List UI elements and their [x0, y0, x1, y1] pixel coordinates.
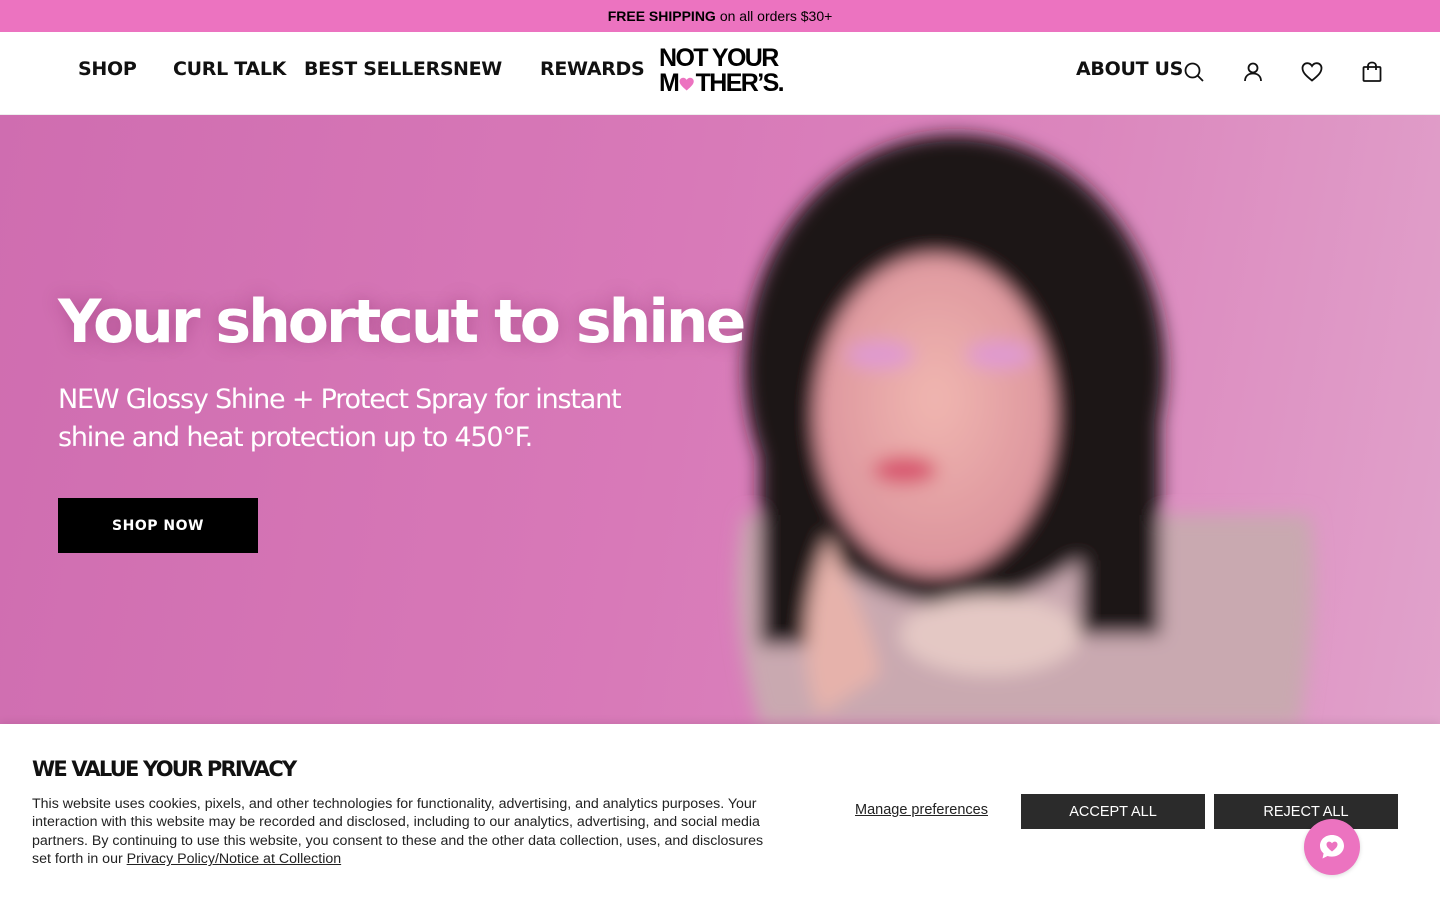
manage-preferences-link[interactable]: Manage preferences: [855, 802, 988, 818]
logo-line-1: NOT YOUR: [659, 44, 779, 72]
wishlist-heart-icon[interactable]: [1299, 59, 1325, 85]
privacy-text-block: This website uses cookies, pixels, and o…: [32, 795, 772, 869]
announcement-bar: FREE SHIPPING on all orders $30+: [0, 0, 1440, 32]
nav-new[interactable]: NEW: [453, 58, 502, 80]
chat-heart-icon: [1320, 835, 1344, 859]
nav-rewards[interactable]: REWARDS: [540, 58, 645, 80]
account-icon[interactable]: [1240, 59, 1266, 85]
site-header: SHOP CURL TALK BEST SELLERS NEW REWARDS …: [0, 32, 1440, 115]
nav-best-sellers[interactable]: BEST SELLERS: [304, 58, 454, 80]
privacy-policy-link[interactable]: Privacy Policy/Notice at Collection: [127, 851, 341, 867]
accept-all-button[interactable]: ACCEPT ALL: [1021, 794, 1205, 829]
nav-curl-talk[interactable]: CURL TALK: [173, 58, 286, 80]
logo-letter-m: M: [659, 69, 680, 97]
logo-heart-icon: [679, 77, 694, 90]
logo-dot: .: [777, 69, 785, 97]
logo-line-2: M THER’S.: [659, 69, 785, 97]
brand-logo[interactable]: NOT YOUR M THER’S.: [659, 44, 785, 102]
reject-all-button[interactable]: REJECT ALL: [1214, 794, 1398, 829]
privacy-banner: WE VALUE YOUR PRIVACY This website uses …: [0, 724, 1440, 900]
chat-launcher-button[interactable]: [1304, 819, 1360, 875]
nav-shop[interactable]: SHOP: [78, 58, 137, 80]
privacy-title: WE VALUE YOUR PRIVACY: [32, 757, 297, 781]
nav-about-us[interactable]: ABOUT US: [1076, 58, 1183, 80]
search-icon[interactable]: [1181, 59, 1207, 85]
logo-word-thers: THER’S: [695, 69, 780, 97]
hero-banner: Your shortcut to shine NEW Glossy Shine …: [0, 115, 1440, 725]
shipping-threshold-text: on all orders $30+: [719, 8, 833, 24]
shop-now-button[interactable]: SHOP NOW: [58, 498, 258, 553]
free-shipping-label: FREE SHIPPING: [607, 8, 716, 24]
hero-title: Your shortcut to shine: [58, 287, 746, 357]
hero-subtitle: NEW Glossy Shine + Protect Spray for ins…: [58, 384, 622, 453]
cart-bag-icon[interactable]: [1359, 59, 1385, 85]
